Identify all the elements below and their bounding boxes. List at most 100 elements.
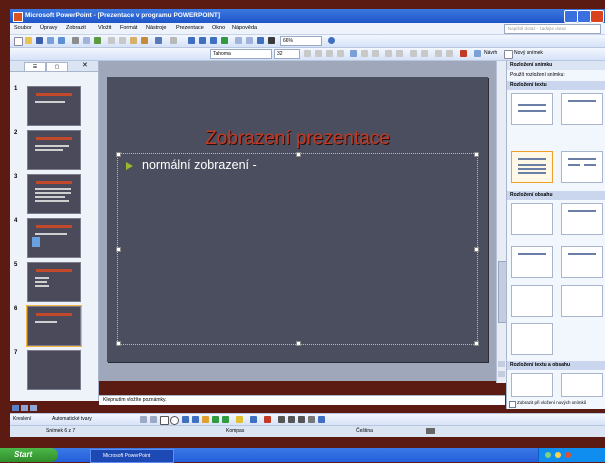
maximize-icon[interactable]	[577, 10, 591, 23]
expand-all-icon[interactable]	[235, 37, 242, 44]
grid-icon[interactable]	[257, 37, 264, 44]
slide-thumbnail-7[interactable]	[27, 350, 81, 390]
format-painter-icon[interactable]	[141, 37, 148, 44]
task-pane-title[interactable]: Rozložení snímku	[507, 61, 605, 70]
layout-title-only[interactable]	[561, 93, 603, 125]
align-right-icon[interactable]	[372, 50, 379, 57]
draw-menu[interactable]: Kreslení	[13, 416, 31, 422]
print-icon[interactable]	[72, 37, 79, 44]
print-preview-icon[interactable]	[83, 37, 90, 44]
zoom-select[interactable]: 66%	[280, 36, 322, 46]
dash-style-icon[interactable]	[288, 416, 295, 423]
tables-borders-icon[interactable]	[210, 37, 217, 44]
undo-icon[interactable]	[155, 37, 162, 44]
font-color-icon[interactable]	[460, 50, 467, 57]
layout-blank[interactable]	[511, 203, 553, 235]
menu-zobrazit[interactable]: Zobrazit	[66, 24, 86, 33]
line-style-icon[interactable]	[278, 416, 285, 423]
volume-icon[interactable]	[555, 452, 561, 458]
slide-thumbnail-3[interactable]	[27, 174, 81, 214]
design-icon[interactable]	[474, 50, 481, 57]
close-icon[interactable]	[590, 10, 604, 23]
increase-font-icon[interactable]	[410, 50, 417, 57]
menu-okno[interactable]: Okno	[212, 24, 225, 33]
start-button[interactable]: Start	[0, 448, 58, 462]
security-icon[interactable]	[565, 452, 571, 458]
layout-title-text[interactable]	[511, 151, 553, 183]
open-icon[interactable]	[25, 37, 32, 44]
layout-content[interactable]	[561, 203, 603, 235]
fill-color-icon[interactable]	[236, 416, 243, 423]
decrease-indent-icon[interactable]	[435, 50, 442, 57]
copy-icon[interactable]	[119, 37, 126, 44]
resize-handle[interactable]	[474, 341, 479, 346]
email-icon[interactable]	[58, 37, 65, 44]
layout-title-slide[interactable]	[511, 93, 553, 125]
font-size-select[interactable]: 32	[274, 49, 300, 59]
slide-thumbnail-1[interactable]	[27, 86, 81, 126]
shadow-icon[interactable]	[337, 50, 344, 57]
menu-nastroje[interactable]: Nástroje	[146, 24, 166, 33]
new-slide-button-label[interactable]: Nový snímek	[514, 50, 543, 56]
textbox-icon[interactable]	[182, 416, 189, 423]
resize-handle[interactable]	[116, 341, 121, 346]
insert-table-icon[interactable]	[199, 37, 206, 44]
spelling-icon[interactable]	[94, 37, 101, 44]
numbering-icon[interactable]	[385, 50, 392, 57]
resize-handle[interactable]	[474, 247, 479, 252]
slide-thumbnail-5[interactable]	[27, 262, 81, 302]
redo-icon[interactable]	[170, 37, 177, 44]
save-icon[interactable]	[36, 37, 43, 44]
paste-icon[interactable]	[130, 37, 137, 44]
resize-handle[interactable]	[296, 152, 301, 157]
menu-napoveda[interactable]: Nápověda	[232, 24, 257, 33]
show-formatting-icon[interactable]	[246, 37, 253, 44]
slideshow-icon[interactable]	[30, 405, 37, 411]
layout-text-content[interactable]	[511, 373, 553, 397]
diagram-icon[interactable]	[202, 416, 209, 423]
resize-handle[interactable]	[474, 152, 479, 157]
resize-handle[interactable]	[116, 152, 121, 157]
prev-slide-icon[interactable]	[498, 361, 505, 367]
next-slide-icon[interactable]	[498, 371, 505, 377]
oval-icon[interactable]	[170, 416, 179, 425]
permission-icon[interactable]	[47, 37, 54, 44]
arrow-style-icon[interactable]	[298, 416, 305, 423]
bullets-icon[interactable]	[396, 50, 403, 57]
help-search-input[interactable]: Napiště dotaz - zadejte dotaz	[504, 24, 601, 34]
layout-content-3[interactable]	[561, 246, 603, 278]
resize-handle[interactable]	[116, 247, 121, 252]
resize-handle[interactable]	[296, 341, 301, 346]
align-center-icon[interactable]	[361, 50, 368, 57]
spelling-status-icon[interactable]	[426, 428, 435, 434]
minimize-icon[interactable]	[564, 10, 578, 23]
italic-icon[interactable]	[315, 50, 322, 57]
wordart-icon[interactable]	[192, 416, 199, 423]
design-button-label[interactable]: Návrh	[484, 50, 497, 56]
slide-sorter-icon[interactable]	[21, 405, 28, 411]
slide-thumbnail-6[interactable]	[26, 305, 82, 347]
clipart-icon[interactable]	[212, 416, 219, 423]
show-on-insert-checkbox[interactable]	[509, 401, 516, 408]
cut-icon[interactable]	[108, 37, 115, 44]
menu-format[interactable]: Formát	[120, 24, 137, 33]
layout-content-2[interactable]	[511, 246, 553, 278]
layout-two-columns[interactable]	[561, 151, 603, 183]
taskbar-powerpoint[interactable]: Microsoft PowerPoint	[90, 449, 174, 463]
notes-pane[interactable]: Klepnutím vložíte poznámky.	[99, 395, 505, 405]
draw-shadow-icon[interactable]	[308, 416, 315, 423]
slide-thumbnail-2[interactable]	[27, 130, 81, 170]
slide-thumbnail-4[interactable]	[27, 218, 81, 258]
insert-picture-icon[interactable]	[221, 37, 228, 44]
picture-icon[interactable]	[222, 416, 229, 423]
layout-content-5[interactable]	[561, 285, 603, 317]
arrow-icon[interactable]	[150, 416, 157, 423]
tab-outline[interactable]: ☰	[24, 62, 46, 71]
color-grayscale-icon[interactable]	[268, 37, 275, 44]
network-icon[interactable]	[545, 452, 551, 458]
rectangle-icon[interactable]	[160, 416, 169, 425]
editor-scrollbar[interactable]	[496, 61, 507, 383]
help-icon[interactable]	[328, 37, 335, 44]
body-placeholder[interactable]: normální zobrazení -	[116, 152, 479, 346]
bold-icon[interactable]	[304, 50, 311, 57]
